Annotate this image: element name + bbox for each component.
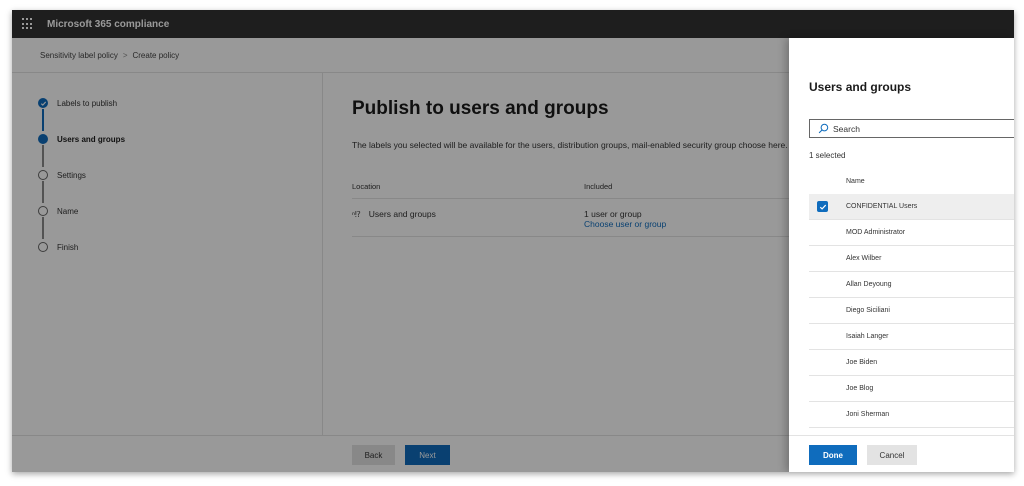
- done-button[interactable]: Done: [809, 445, 857, 465]
- search-icon: [818, 123, 829, 134]
- list-item[interactable]: Joe Blog: [809, 376, 1014, 402]
- list-item[interactable]: Allan Deyoung: [809, 272, 1014, 298]
- panel-footer: Done Cancel: [789, 435, 1014, 472]
- app-window: Microsoft 365 compliance Sensitivity lab…: [12, 10, 1014, 472]
- list-item-name: Joni Sherman: [846, 411, 890, 418]
- list-item-name: Diego Siciliani: [846, 307, 890, 314]
- selected-count: 1 selected: [809, 151, 846, 160]
- list-item[interactable]: CONFIDENTIAL Users: [809, 194, 1014, 220]
- search-input[interactable]: Search: [809, 119, 1014, 138]
- list-item[interactable]: Joni Sherman: [809, 402, 1014, 428]
- checkbox-checked-icon[interactable]: [817, 201, 828, 212]
- users-and-groups-panel: Users and groups Search 1 selected Name …: [789, 38, 1014, 472]
- column-header-name[interactable]: Name: [846, 178, 865, 185]
- list-item[interactable]: Diego Siciliani: [809, 298, 1014, 324]
- list-item-name: Joe Blog: [846, 385, 874, 392]
- list-item-name: Isaiah Langer: [846, 333, 889, 340]
- list-item-name: MOD Administrator: [846, 229, 906, 236]
- cancel-button[interactable]: Cancel: [867, 445, 917, 465]
- user-list: CONFIDENTIAL Users MOD Administrator Ale…: [809, 194, 1014, 428]
- panel-title: Users and groups: [809, 80, 912, 94]
- list-item-name: Alex Wilber: [846, 255, 882, 262]
- list-item[interactable]: Alex Wilber: [809, 246, 1014, 272]
- list-item-name: Allan Deyoung: [846, 281, 892, 288]
- list-item[interactable]: Joe Biden: [809, 350, 1014, 376]
- list-item[interactable]: Isaiah Langer: [809, 324, 1014, 350]
- list-item-name: Joe Biden: [846, 359, 878, 366]
- list-item-name: CONFIDENTIAL Users: [846, 203, 918, 210]
- list-item[interactable]: MOD Administrator: [809, 220, 1014, 246]
- search-placeholder: Search: [833, 123, 860, 134]
